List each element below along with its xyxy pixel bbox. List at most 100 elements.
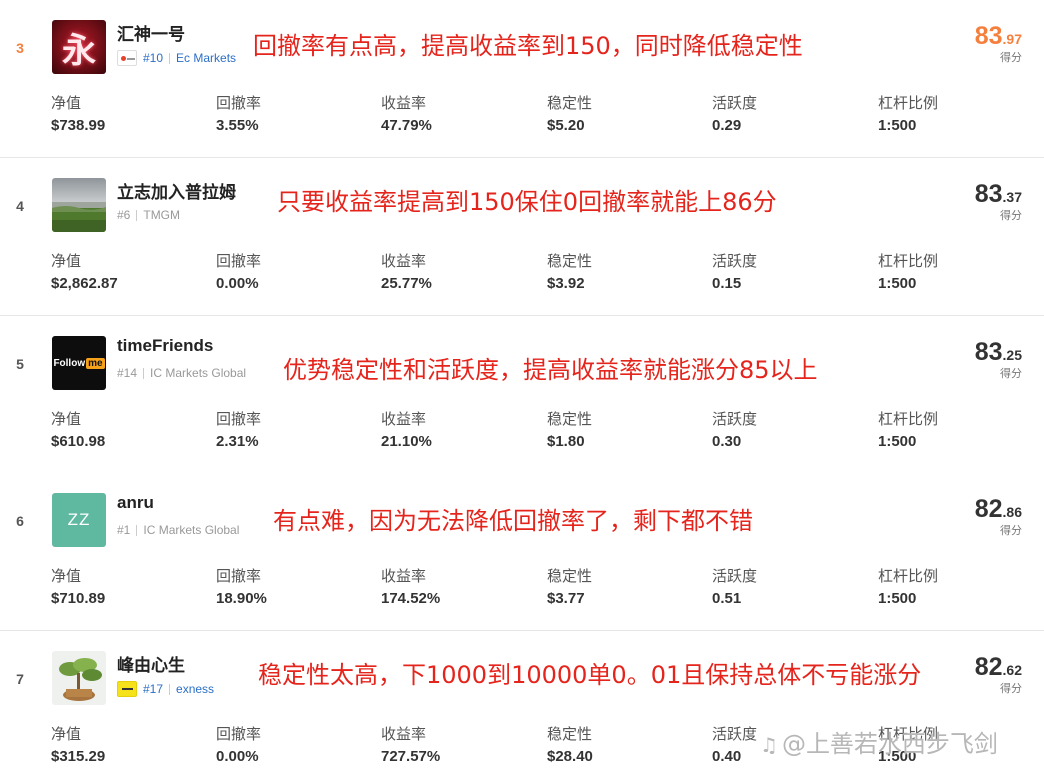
stat-leverage: 杠杆比例 1:500 [878,411,939,450]
stat-activity: 活跃度 0.15 [712,253,758,292]
broker-rank: #10 [143,51,164,65]
broker-name[interactable]: IC Markets Global [143,523,239,537]
score: 82.86 得分 [975,495,1022,538]
score-label: 得分 [1000,52,1022,64]
avatar[interactable]: Follow me [52,336,106,390]
stat-stability: 稳定性 $5.20 [547,95,593,134]
trader-name[interactable]: timeFriends [117,336,213,356]
rank-number: 6 [16,513,24,529]
broker-info: #10 Ec Markets [117,50,236,66]
trader-name[interactable]: 汇神一号 [117,20,185,45]
stat-drawdown: 回撤率 0.00% [216,726,262,765]
broker-info: #1 IC Markets Global [117,523,239,537]
broker-name[interactable]: TMGM [143,208,180,222]
stat-activity: 活跃度 0.30 [712,411,758,450]
leaderboard-list: 3 永 汇神一号 #10 Ec Markets 回撤率有点高，提高收益率到150… [0,0,1044,784]
stat-net-value: 净值 $738.99 [51,95,106,134]
divider [169,52,171,64]
trader-name[interactable]: anru [117,493,154,513]
leaderboard-row[interactable]: 5 Follow me timeFriends #14 IC Markets Gl… [0,316,1044,474]
score: 82.62 得分 [975,653,1022,696]
annotation-note: 稳定性太高，下1000到10000单0。01且保持总体不亏能涨分 [258,661,922,689]
divider [169,683,171,695]
score-decimal: .62 [1002,662,1022,678]
broker-logo-icon [117,50,137,66]
stat-return-rate: 收益率 25.77% [381,253,432,292]
score-decimal: .25 [1002,347,1022,363]
broker-info: #14 IC Markets Global [117,366,246,380]
score-integer: 83 [974,22,1003,50]
annotation-note: 只要收益率提高到150保住0回撤率就能上86分 [277,188,777,216]
score-label: 得分 [1000,683,1022,695]
broker-rank: #17 [143,682,164,696]
stat-stability: 稳定性 $28.40 [547,726,593,765]
stat-net-value: 净值 $610.98 [51,411,106,450]
stat-net-value: 净值 $2,862.87 [51,253,118,292]
rank-number: 7 [16,671,24,687]
annotation-note: 优势稳定性和活跃度，提高收益率就能涨分85以上 [283,356,818,384]
stat-return-rate: 收益率 21.10% [381,411,432,450]
score-integer: 83 [974,180,1003,208]
score: 83.37 得分 [975,180,1022,223]
stat-drawdown: 回撤率 0.00% [216,253,262,292]
score-decimal: .37 [1002,189,1022,205]
leaderboard-row[interactable]: 3 永 汇神一号 #10 Ec Markets 回撤率有点高，提高收益率到150… [0,0,1044,158]
leaderboard-row[interactable]: 4 立志加入普拉姆 #6 TMGM 只要收益率提高到150保住0回撤率就能上86… [0,158,1044,316]
watermark: ♫ @上善若水西步飞剑 [760,730,998,758]
stat-return-rate: 收益率 727.57% [381,726,441,765]
broker-info: #6 TMGM [117,208,180,222]
stat-activity: 活跃度 0.29 [712,95,758,134]
rank-number: 5 [16,356,24,372]
divider [136,209,138,221]
trader-name[interactable]: 峰由心生 [117,651,185,676]
stat-net-value: 净值 $315.29 [51,726,106,765]
stat-drawdown: 回撤率 3.55% [216,95,262,134]
trader-name[interactable]: 立志加入普拉姆 [117,178,236,203]
broker-name[interactable]: exness [176,682,214,696]
avatar[interactable] [52,651,106,705]
broker-rank: #1 [117,523,131,537]
stat-leverage: 杠杆比例 1:500 [878,253,939,292]
stat-stability: 稳定性 $1.80 [547,411,593,450]
avatar[interactable]: ZZ [52,493,106,547]
score-label: 得分 [1000,525,1022,537]
score-integer: 83 [974,338,1003,366]
stat-return-rate: 收益率 47.79% [381,95,432,134]
stat-net-value: 净值 $710.89 [51,568,106,607]
stat-activity: 活跃度 0.51 [712,568,758,607]
leaderboard-row[interactable]: 6 ZZ anru #1 IC Markets Global 有点难，因为无法降… [0,473,1044,631]
divider [136,524,138,536]
score-label: 得分 [1000,368,1022,380]
plant-avatar-image [52,651,106,705]
rank-number: 4 [16,198,24,214]
stat-drawdown: 回撤率 18.90% [216,568,267,607]
score-decimal: .86 [1002,504,1022,520]
broker-logo-icon [117,681,137,697]
broker-info: #17 exness [117,681,214,697]
stat-leverage: 杠杆比例 1:500 [878,95,939,134]
score-label: 得分 [1000,210,1022,222]
broker-name[interactable]: Ec Markets [176,51,236,65]
score-decimal: .97 [1002,31,1022,47]
landscape-avatar-image [52,178,106,232]
stat-leverage: 杠杆比例 1:500 [878,568,939,607]
social-logo-icon: ♫ [760,733,778,757]
stat-stability: 稳定性 $3.77 [547,568,593,607]
avatar[interactable]: 永 [52,20,106,74]
score-integer: 82 [974,495,1003,523]
divider [143,367,145,379]
annotation-note: 回撤率有点高，提高收益率到150，同时降低稳定性 [253,32,803,60]
leaderboard-row[interactable]: 7 峰由心生 #17 exness 稳定性太高，下1000到10000单0。01… [0,631,1044,784]
score-integer: 82 [974,653,1003,681]
annotation-note: 有点难，因为无法降低回撤率了，剩下都不错 [273,507,753,535]
rank-number: 3 [16,40,24,56]
stat-stability: 稳定性 $3.92 [547,253,593,292]
broker-name[interactable]: IC Markets Global [150,366,246,380]
stat-return-rate: 收益率 174.52% [381,568,441,607]
score: 83.25 得分 [975,338,1022,381]
avatar[interactable] [52,178,106,232]
broker-rank: #14 [117,366,138,380]
score: 83.97 得分 [975,22,1022,65]
stat-drawdown: 回撤率 2.31% [216,411,262,450]
broker-rank: #6 [117,208,131,222]
